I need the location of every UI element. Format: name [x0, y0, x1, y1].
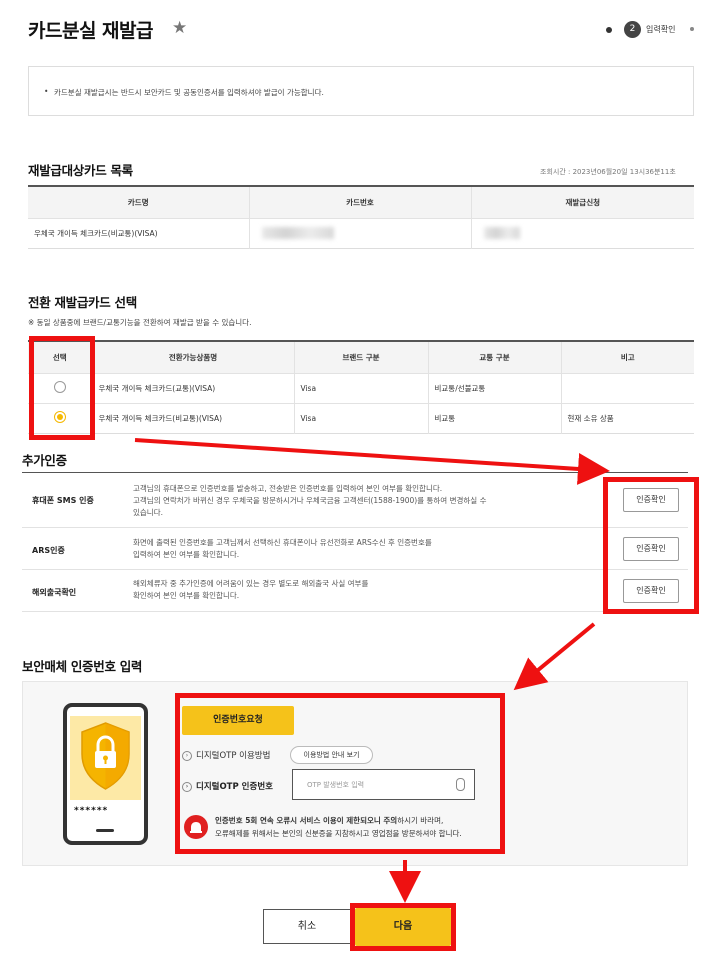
brand-cell: Visa — [293, 372, 428, 403]
cancel-button[interactable]: 취소 — [263, 909, 351, 944]
shield-lock-icon — [81, 722, 130, 790]
convert-cards-note: ※ 동일 상품중에 브랜드/교통기능을 전환하여 재발급 받을 수 있습니다. — [28, 318, 252, 327]
lookup-time: 조회시간 : 2023년06월20일 13시36분11초 — [540, 168, 676, 176]
target-cards-heading: 재발급대상카드 목록 — [28, 163, 133, 178]
note-cell: 현재 소유 상품 — [560, 402, 694, 433]
security-heading: 보안매체 인증번호 입력 — [22, 659, 143, 674]
reissue-cell[interactable] — [470, 217, 694, 248]
col-card-number: 카드번호 — [248, 186, 471, 218]
auth-name-ars: ARS인증 — [32, 546, 65, 555]
brand-cell: Visa — [293, 402, 428, 433]
notice-bullet: • — [44, 87, 49, 96]
highlight-next-button — [350, 903, 456, 951]
step-number: 2 — [624, 21, 641, 38]
auth-desc-overseas: 해외체류자 중 추가인증에 어려움이 있는 경우 별도로 해외출국 사실 여부를… — [133, 579, 369, 600]
highlight-auth-buttons — [603, 477, 699, 614]
col-note: 비고 — [560, 341, 694, 373]
page-title: 카드분실 재발급 — [28, 20, 153, 42]
col-card-name: 카드명 — [28, 186, 249, 218]
auth-name-overseas: 해외출국확인 — [32, 588, 77, 597]
masked-reissue — [483, 227, 520, 239]
phone-home-bar — [96, 829, 114, 832]
step-dot-next — [690, 27, 694, 31]
auth-desc-ars: 화면에 출력된 인증번호를 고객님께서 선택하신 휴대폰이나 유선전화로 ARS… — [133, 538, 432, 559]
convert-cards-heading: 전환 재발급카드 선택 — [28, 295, 137, 310]
highlight-radio-column — [29, 336, 95, 440]
col-transit: 교통 구분 — [427, 341, 561, 373]
table-row: 우체국 개이득 체크카드(비교통)(VISA) — [28, 217, 694, 248]
table-row: 우체국 개이득 체크카드(비교통)(VISA) Visa 비교통 현재 소유 상… — [28, 402, 694, 433]
step-dot-prev — [606, 27, 612, 33]
table-row: 우체국 개이득 체크카드(교통)(VISA) Visa 비교통/선불교통 — [28, 372, 694, 403]
product-cell: 우체국 개이득 체크카드(비교통)(VISA) — [91, 402, 294, 433]
phone-password-dots: ****** — [74, 806, 109, 816]
arrow-to-otp — [513, 622, 596, 691]
arrow-to-auth — [134, 438, 610, 485]
transit-cell: 비교통/선불교통 — [427, 372, 561, 403]
note-cell — [560, 372, 694, 403]
convert-cards-table: 선택 전환가능상품명 브랜드 구분 교통 구분 비고 우체국 개이득 체크카드(… — [28, 340, 694, 434]
col-product: 전환가능상품명 — [91, 341, 294, 373]
auth-desc-sms: 고객님의 휴대폰으로 인증번호를 발송하고, 전송받은 인증번호를 입력하여 본… — [133, 484, 487, 517]
card-name-cell: 우체국 개이득 체크카드(비교통)(VISA) — [28, 217, 249, 248]
step-label: 입력확인 — [646, 25, 676, 34]
masked-card-number — [261, 227, 334, 239]
target-cards-table: 카드명 카드번호 재발급신청 우체국 개이득 체크카드(비교통)(VISA) — [28, 185, 694, 249]
notice-text: 카드분실 재발급시는 반드시 보안카드 및 공동인증서를 입력하셔야 발급이 가… — [54, 88, 324, 97]
highlight-otp-area — [175, 693, 505, 854]
col-reissue: 재발급신청 — [470, 186, 694, 218]
product-cell: 우체국 개이득 체크카드(교통)(VISA) — [91, 372, 294, 403]
col-brand: 브랜드 구분 — [293, 341, 428, 373]
favorite-star-icon[interactable]: ★ — [172, 18, 187, 38]
extra-auth-heading: 추가인증 — [22, 453, 67, 468]
transit-cell: 비교통 — [427, 402, 561, 433]
auth-name-sms: 휴대폰 SMS 인증 — [32, 496, 94, 505]
card-number-cell — [248, 217, 471, 248]
